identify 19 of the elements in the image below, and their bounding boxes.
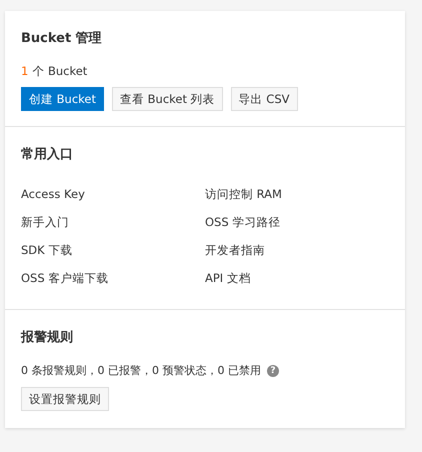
shortcut-link[interactable]: Access Key — [21, 186, 205, 202]
shortcut-link[interactable]: API 文档 — [205, 270, 389, 286]
section-title: Bucket 管理 — [21, 30, 103, 47]
shortcut-link[interactable]: SDK 下载 — [21, 242, 205, 258]
bucket-count: 1 — [21, 64, 28, 78]
shortcut-link[interactable]: 新手入门 — [21, 214, 205, 230]
shortcut-link[interactable]: OSS 学习路径 — [205, 214, 389, 230]
action-button[interactable]: 查看 Bucket 列表 — [112, 87, 223, 111]
section-title: 报警规则 — [21, 329, 74, 346]
help-icon[interactable]: ? — [266, 364, 279, 376]
action-button[interactable]: 创建 Bucket — [21, 87, 104, 111]
set-alarm-button[interactable]: 设置报警规则 — [21, 387, 109, 411]
alarm-summary: 0 条报警规则，0 已报警，0 预警状态，0 已禁用 — [21, 363, 261, 378]
shortcut-link[interactable]: 开发者指南 — [205, 242, 389, 258]
bucket-count-label: 个 Bucket — [32, 64, 88, 78]
shortcut-link[interactable]: 访问控制 RAM — [205, 186, 389, 202]
action-button[interactable]: 导出 CSV — [230, 87, 298, 111]
shortcut-link[interactable]: OSS 客户端下载 — [21, 270, 205, 286]
section-title: 常用入口 — [21, 146, 74, 163]
